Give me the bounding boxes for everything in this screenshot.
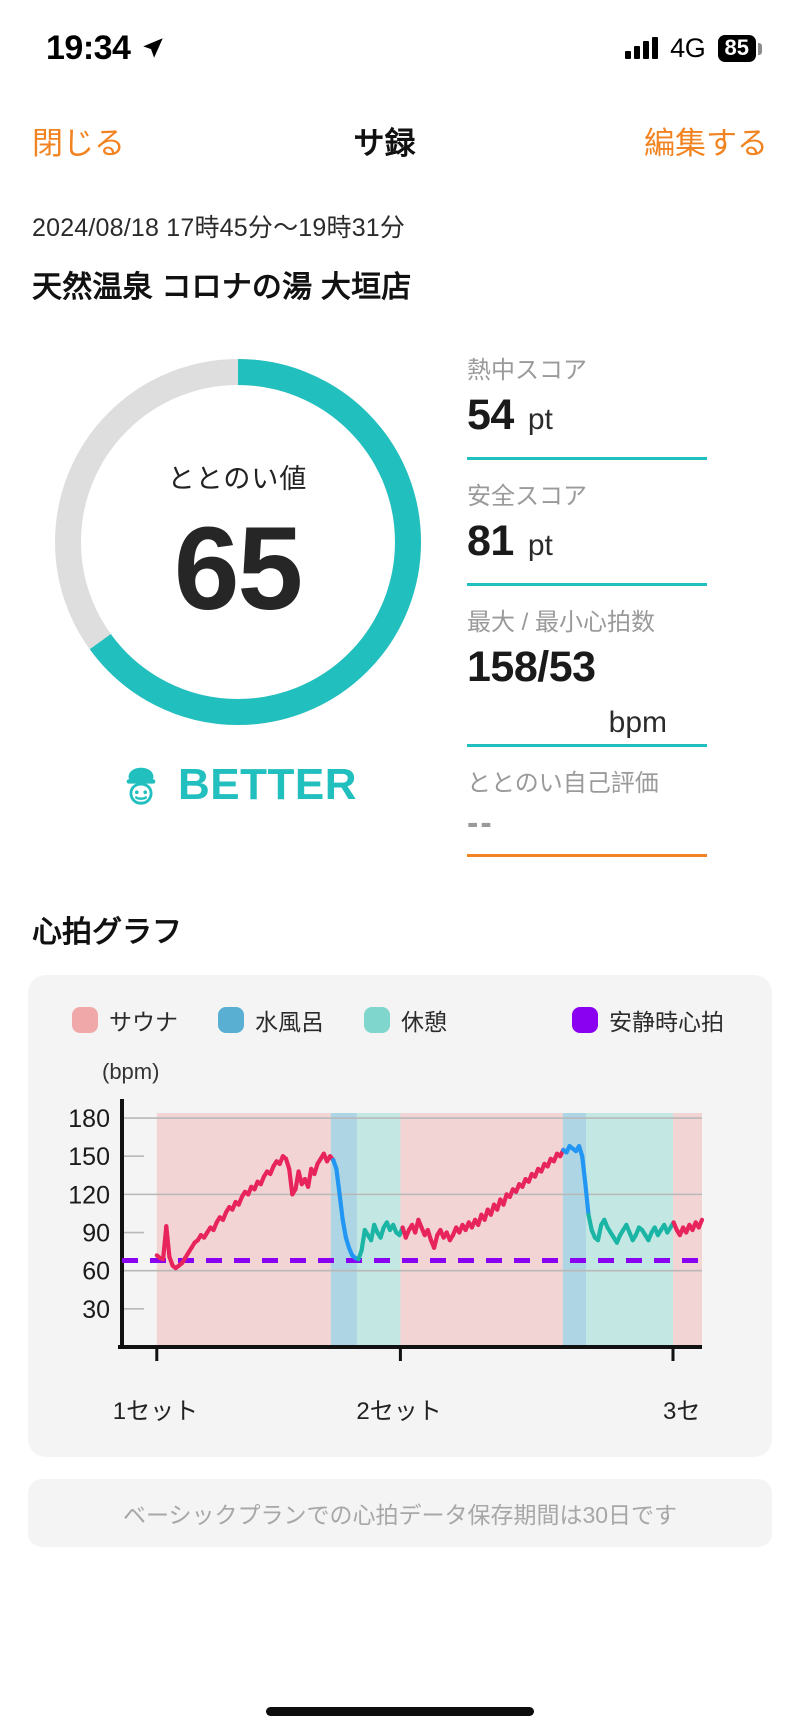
legend-swatch-icon xyxy=(572,1007,598,1033)
chart-y-axis-unit: (bpm) xyxy=(102,1059,160,1084)
legend-item-sauna: サウナ xyxy=(72,1003,178,1037)
stat-value: 54 xyxy=(467,391,514,439)
legend-swatch-icon xyxy=(72,1007,98,1033)
stat-underline xyxy=(467,854,707,857)
stat-unit: pt xyxy=(527,529,553,562)
network-type-label: 4G xyxy=(670,32,706,63)
stat-underline xyxy=(467,744,707,747)
stat-value: 81 xyxy=(467,517,514,565)
page-title: サ録 xyxy=(353,125,416,161)
x-axis-tick-label: 2セット xyxy=(356,1398,442,1425)
rank-label: BETTER xyxy=(178,760,357,809)
sauna-hat-face-icon xyxy=(126,767,156,805)
x-axis-tick-label: 1セット xyxy=(112,1398,199,1425)
stat-label: 安全スコア xyxy=(467,483,587,510)
x-axis-tick-label: 3セ xyxy=(663,1398,701,1425)
totonoi-gauge: ととのい値 65 xyxy=(38,342,438,742)
venue-name: 天然温泉 コロナの湯 大垣店 xyxy=(32,271,412,304)
gauge-ring-icon xyxy=(54,359,421,725)
stat-unit: bpm xyxy=(608,706,667,739)
rank-badge: BETTER xyxy=(30,760,445,810)
plan-retention-note: ベーシックプランでの心拍データ保存期間は30日です xyxy=(28,1479,772,1547)
svg-text:180: 180 xyxy=(68,1105,110,1133)
stat-value-row: 158/53 bpm xyxy=(467,643,667,740)
stat-label: 熱中スコア xyxy=(467,357,587,384)
svg-text:60: 60 xyxy=(82,1258,110,1286)
stat-label: 最大 / 最小心拍数 xyxy=(467,609,656,636)
chart-section-title: 心拍グラフ xyxy=(32,916,182,949)
close-button[interactable]: 閉じる xyxy=(32,118,125,163)
stat-heat-score: 熱中スコア 54 pt xyxy=(467,350,770,460)
signal-bars-icon xyxy=(625,37,659,59)
legend-swatch-icon xyxy=(364,1007,390,1033)
stat-underline xyxy=(467,583,707,586)
legend-label: 安静時心拍 xyxy=(609,1009,724,1035)
home-indicator xyxy=(266,1707,534,1716)
stats-column: 熱中スコア 54 pt 安全スコア 81 pt 最大 / 最小心拍数 158/5… xyxy=(445,342,770,873)
battery-indicator: 85 xyxy=(717,34,763,62)
status-bar: 19:34 4G 85 xyxy=(0,0,800,96)
stat-value: 158/53 xyxy=(467,643,596,691)
stat-unit: pt xyxy=(527,403,553,436)
chart-x-axis-labels: 1セット 2セット 3セ xyxy=(50,1391,750,1431)
legend-swatch-icon xyxy=(218,1007,244,1033)
status-bar-left: 19:34 xyxy=(46,29,166,68)
svg-text:150: 150 xyxy=(68,1143,110,1171)
status-time: 19:34 xyxy=(46,28,131,67)
heart-rate-chart-card: サウナ 水風呂 休憩 安静時心拍 (bpm) 180 150 120 90 60 30 1… xyxy=(28,975,772,1457)
legend-label: 休憩 xyxy=(401,1009,447,1035)
legend-label: サウナ xyxy=(109,1009,178,1035)
chart-legend: サウナ 水風呂 休憩 安静時心拍 xyxy=(50,1003,750,1037)
stat-value: -- xyxy=(467,804,494,842)
session-info: 2024/08/18 17時45分〜19時31分 天然温泉 コロナの湯 大垣店 xyxy=(0,184,800,306)
stat-max-min-heart-rate: 最大 / 最小心拍数 158/53 bpm xyxy=(467,602,770,747)
navigation-bar: 閉じる サ録 編集する xyxy=(0,96,800,184)
legend-item-cold-bath: 水風呂 xyxy=(218,1003,324,1037)
stat-self-evaluation[interactable]: ととのい自己評価 -- xyxy=(467,763,770,857)
legend-item-resting-hr: 安静時心拍 xyxy=(572,1003,724,1037)
legend-label: 水風呂 xyxy=(255,1009,324,1035)
heart-rate-line-chart: 180 150 120 90 60 30 xyxy=(68,1099,705,1361)
stat-underline xyxy=(467,457,707,460)
status-bar-right: 4G 85 xyxy=(625,32,763,64)
edit-button[interactable]: 編集する xyxy=(644,118,768,163)
legend-item-rest: 休憩 xyxy=(364,1003,447,1037)
stat-label: ととのい自己評価 xyxy=(467,770,659,797)
session-date-range: 2024/08/18 17時45分〜19時31分 xyxy=(32,214,406,242)
svg-text:30: 30 xyxy=(82,1296,110,1324)
stat-value-row: 54 pt xyxy=(467,391,770,453)
chart-plot-area: (bpm) 180 150 120 90 60 30 1セット 2セット 3セ xyxy=(50,1059,750,1431)
location-arrow-icon xyxy=(143,38,164,58)
stat-value-row: -- xyxy=(467,804,770,850)
stat-safety-score: 安全スコア 81 pt xyxy=(467,476,770,586)
svg-text:120: 120 xyxy=(68,1181,110,1209)
svg-text:90: 90 xyxy=(82,1220,110,1248)
summary-section: ととのい値 65 BETTER 熱中スコア 54 pt 安全スコア 81 pt … xyxy=(0,306,800,873)
stat-value-row: 81 pt xyxy=(467,517,770,579)
gauge-column: ととのい値 65 BETTER xyxy=(30,342,445,873)
